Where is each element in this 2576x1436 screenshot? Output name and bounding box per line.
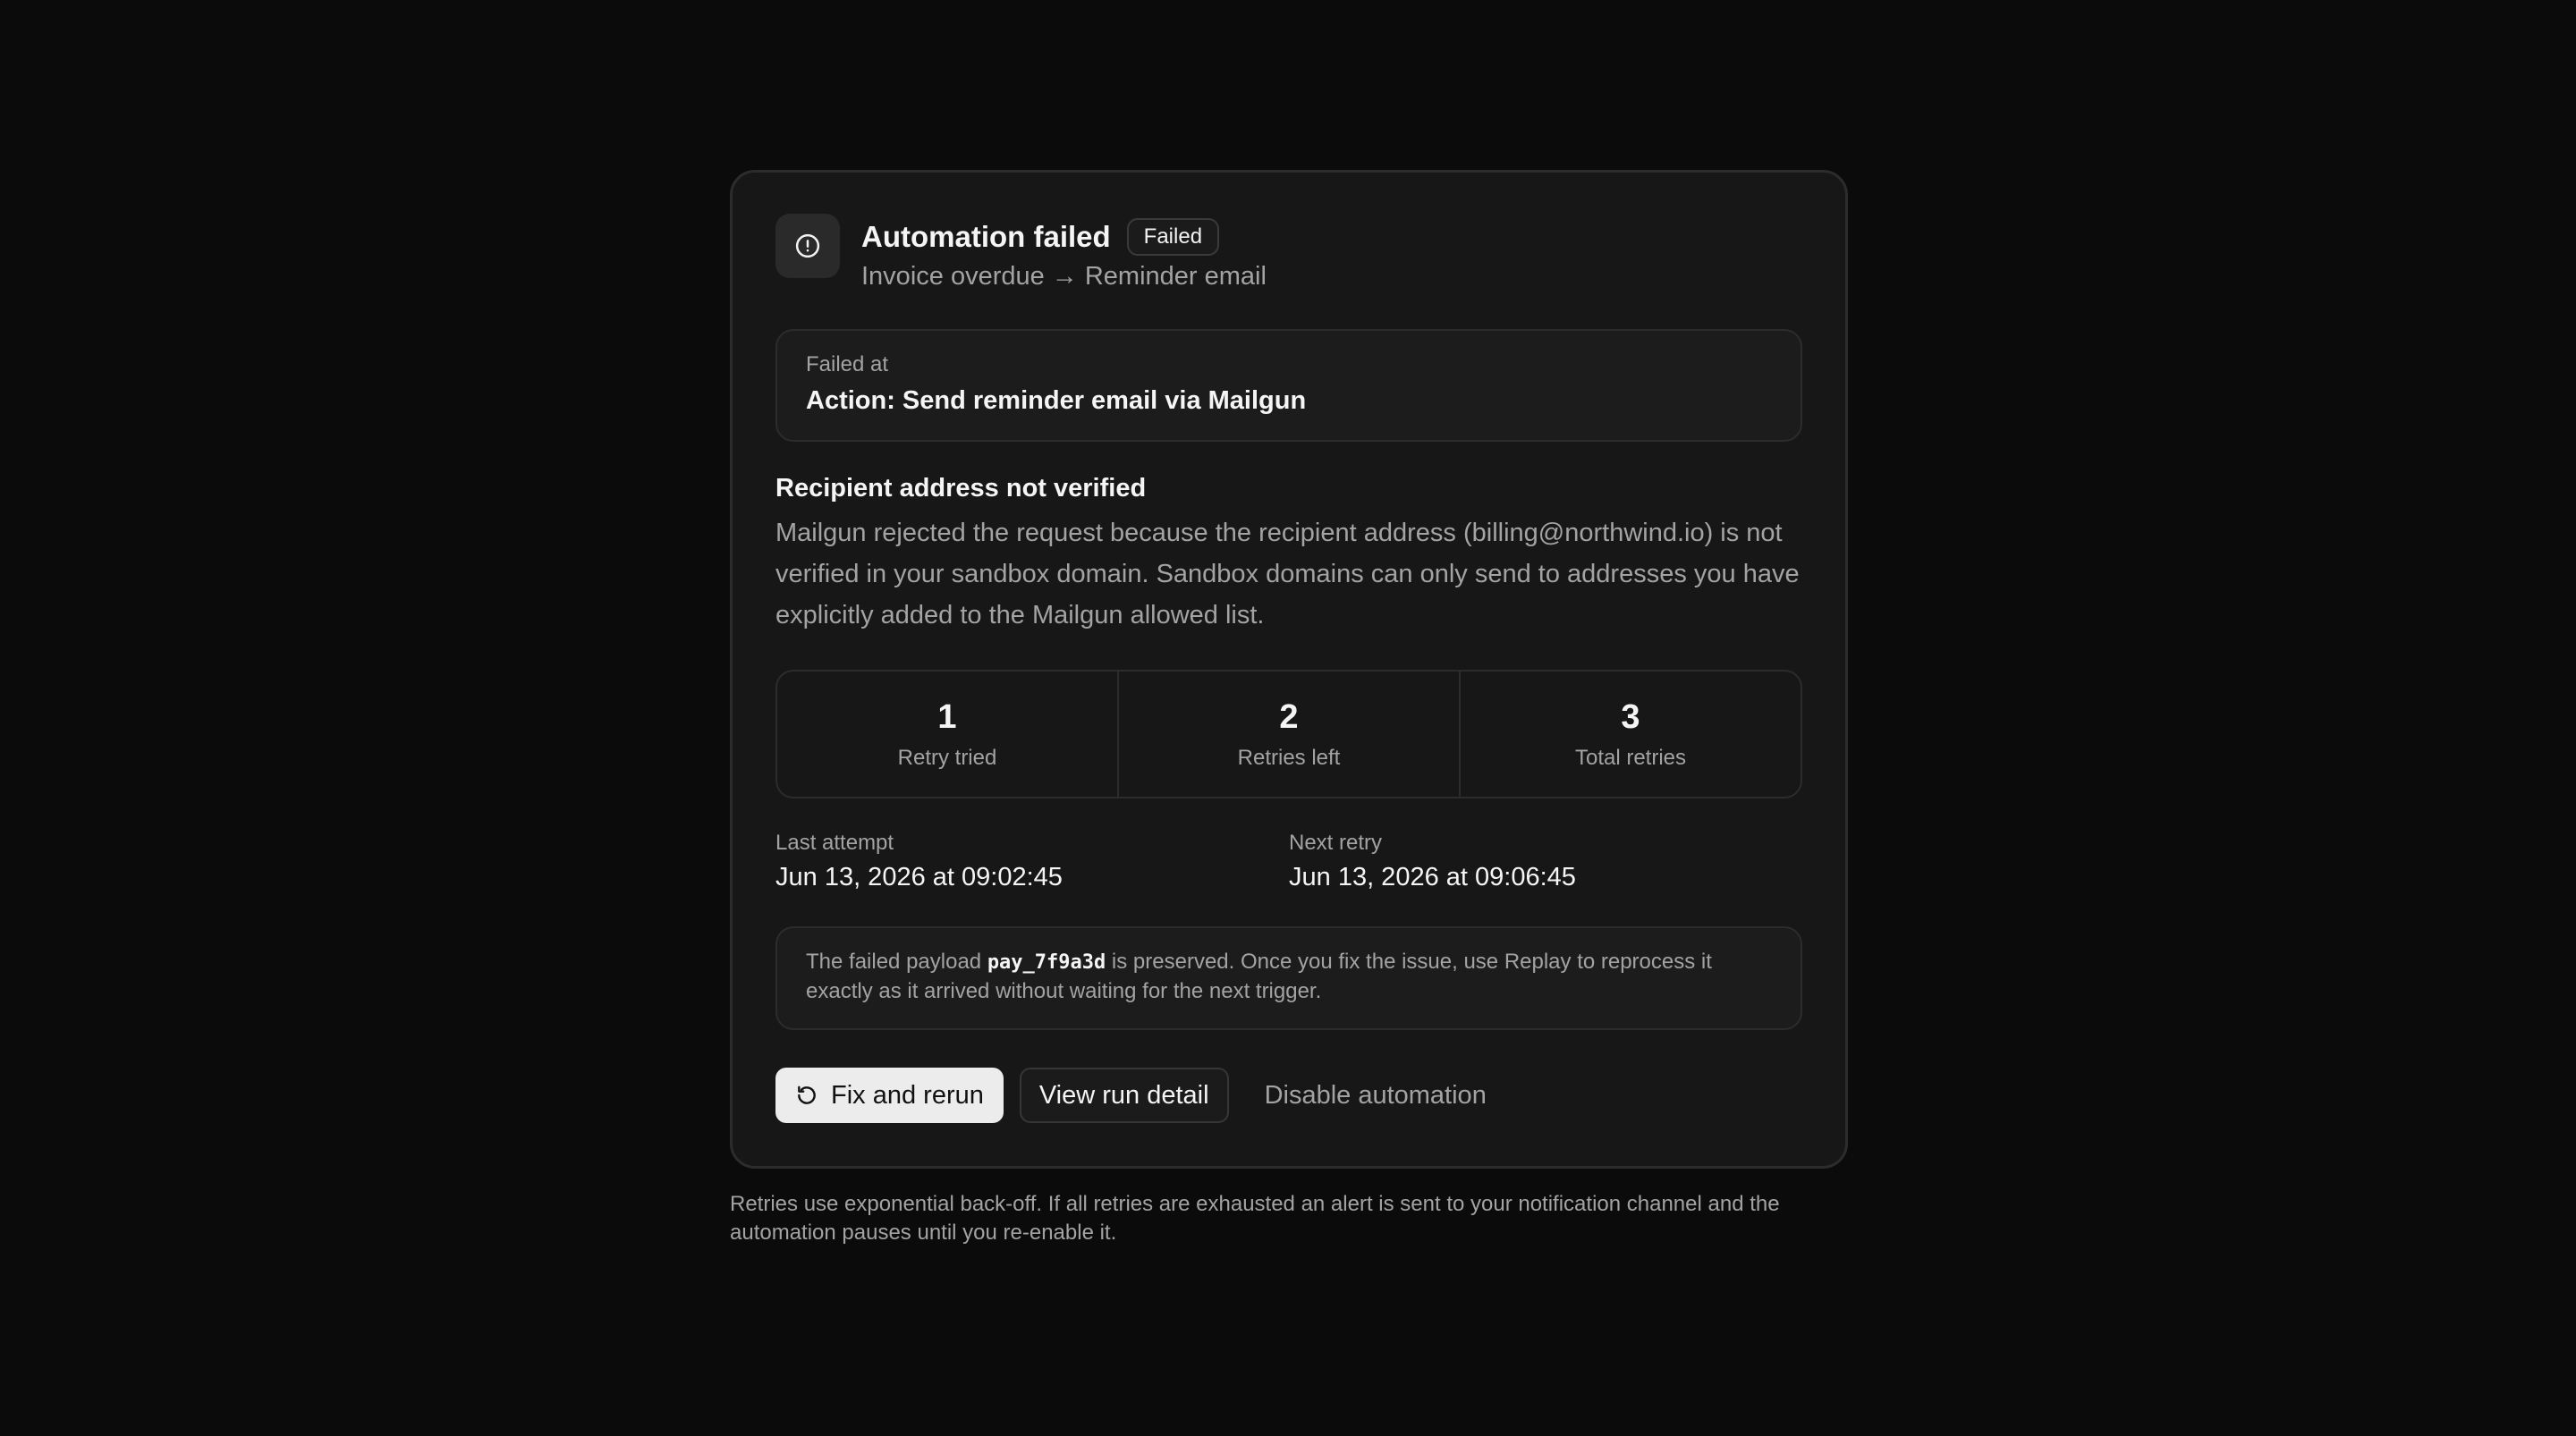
stat-value: 1 — [937, 697, 957, 736]
payload-notice: The failed payload pay_7f9a3d is preserv… — [775, 926, 1802, 1030]
fix-and-rerun-button[interactable]: Fix and rerun — [775, 1068, 1004, 1123]
stage: Automation failed Failed Invoice overdue… — [730, 170, 1848, 1247]
next-retry-value: Jun 13, 2026 at 09:06:45 — [1289, 863, 1576, 891]
alert-icon-tile — [775, 214, 840, 278]
retry-stats: 1 Retry tried 2 Retries left 3 Total ret… — [775, 670, 1802, 798]
card-title: Automation failed — [861, 220, 1111, 253]
stat-label: Retries left — [1237, 745, 1341, 770]
stat-retries-left: 2 Retries left — [1117, 672, 1459, 797]
retry-footnote: Retries use exponential back-off. If all… — [730, 1192, 1780, 1245]
automation-subtitle: Invoice overdue → Reminder email — [861, 262, 1267, 291]
view-run-detail-button[interactable]: View run detail — [1019, 1068, 1229, 1123]
stat-value: 3 — [1621, 697, 1640, 736]
next-retry-label: Next retry — [1289, 831, 1383, 855]
error-description: Mailgun rejected the request because the… — [775, 519, 1800, 629]
header-text: Automation failed Failed Invoice overdue… — [861, 215, 1267, 291]
title-row: Automation failed Failed — [861, 215, 1267, 258]
stat-label: Total retries — [1574, 745, 1687, 770]
last-attempt-value: Jun 13, 2026 at 09:02:45 — [775, 863, 1063, 891]
stat-retry-tried: 1 Retry tried — [777, 672, 1117, 797]
error-title: Recipient address not verified — [775, 474, 1147, 503]
next-retry: Next retry Jun 13, 2026 at 09:06:45 — [1289, 831, 1802, 892]
disable-automation-button[interactable]: Disable automation — [1249, 1068, 1503, 1123]
payload-id: pay_7f9a3d — [987, 951, 1106, 974]
last-attempt: Last attempt Jun 13, 2026 at 09:02:45 — [775, 831, 1289, 892]
fix-and-rerun-label: Fix and rerun — [831, 1080, 984, 1110]
action-bar: Fix and rerun View run detail Disable au… — [775, 1068, 1802, 1123]
automation-failure-card: Automation failed Failed Invoice overdue… — [730, 170, 1848, 1169]
failed-at-value: Action: Send reminder email via Mailgun — [806, 386, 1307, 415]
last-attempt-label: Last attempt — [775, 831, 894, 855]
attempt-times: Last attempt Jun 13, 2026 at 09:02:45 Ne… — [775, 831, 1802, 892]
rerun-icon — [795, 1084, 818, 1107]
stat-total-retries: 3 Total retries — [1459, 672, 1801, 797]
status-badge: Failed — [1126, 218, 1220, 256]
failed-at-label: Failed at — [806, 352, 889, 376]
failed-at-panel: Failed at Action: Send reminder email vi… — [775, 329, 1802, 442]
payload-prefix: The failed payload — [806, 950, 987, 974]
card-header: Automation failed Failed Invoice overdue… — [775, 214, 1802, 291]
stat-label: Retry tried — [897, 745, 997, 770]
stat-value: 2 — [1279, 697, 1299, 736]
alert-circle-icon — [794, 232, 821, 259]
